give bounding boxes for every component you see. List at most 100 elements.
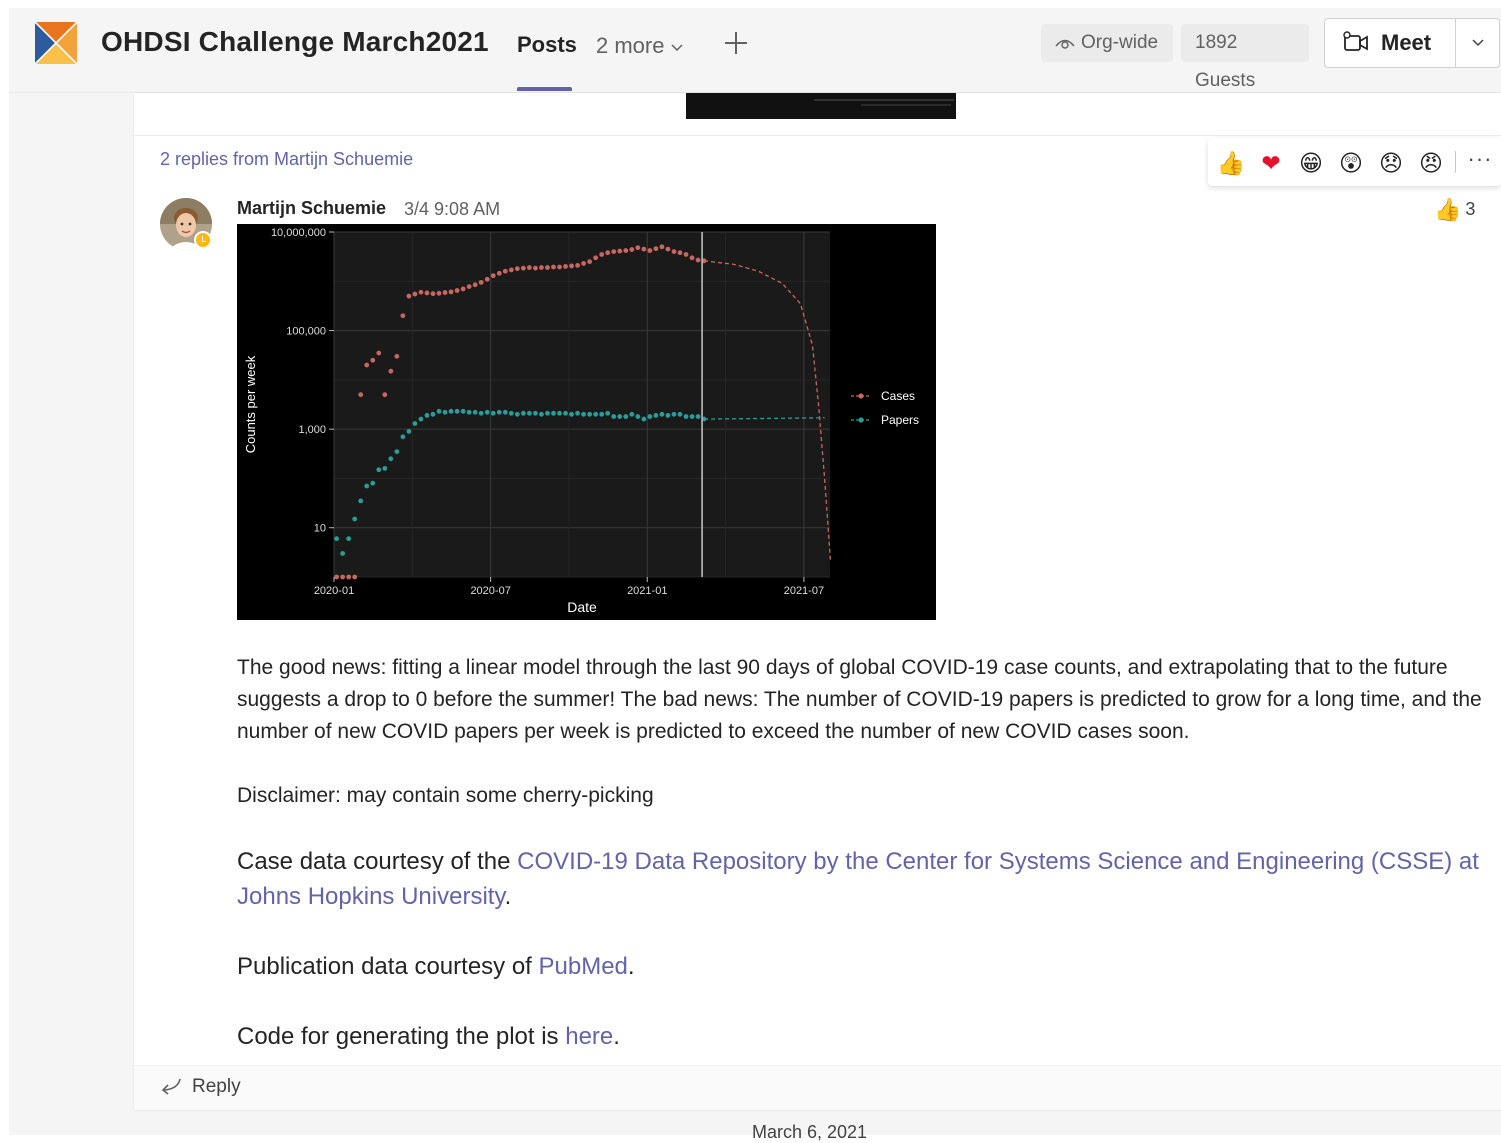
data-point-papers [659,411,665,417]
data-point-cases [388,368,394,374]
data-point-cases [370,357,376,363]
data-point-cases [412,291,418,297]
thumbs-up-icon[interactable]: 👍 [1216,148,1246,178]
data-point-cases [466,284,472,290]
data-point-papers [352,516,358,522]
x-tick-label: 2021-01 [627,585,667,597]
message-author[interactable]: Martijn Schuemie [237,198,386,219]
x-tick-label: 2021-07 [784,585,824,597]
data-point-cases [406,293,412,299]
data-point-papers [689,414,695,419]
data-point-cases [629,247,635,252]
data-point-papers [557,410,562,416]
data-point-cases [551,264,556,270]
tab-more-dropdown[interactable]: 2 more [596,33,684,59]
previous-message-image[interactable] [686,93,956,119]
add-tab-button[interactable] [721,28,751,58]
data-point-papers [394,449,400,455]
data-point-papers [641,416,647,422]
data-point-cases [526,265,532,270]
y-tick-label: 100,000 [286,326,326,338]
data-point-papers [569,411,574,417]
org-wide-label: Org-wide [1081,32,1159,53]
data-point-papers [478,410,484,416]
data-point-papers [490,410,496,416]
sad-icon[interactable]: 😞 [1376,148,1406,178]
data-point-cases [472,282,478,288]
code-link[interactable]: here [565,1023,613,1050]
data-point-papers [346,536,352,542]
data-point-cases [623,248,629,253]
data-point-papers [611,414,617,419]
legend-key-point [858,393,864,399]
data-point-cases [671,249,677,255]
reaction-bar: 👍 ❤ 😁 😲 😞 😠 ··· [1208,138,1501,186]
pubmed-link[interactable]: PubMed [539,953,628,980]
data-point-cases [418,289,424,295]
more-options-icon[interactable]: ··· [1465,146,1495,176]
case-prefix: Case data courtesy of the [237,848,518,875]
data-point-papers [683,414,689,419]
data-point-cases [358,392,364,398]
team-name: OHDSI Challenge March2021 [101,26,489,57]
data-point-papers [635,414,641,419]
divider [1455,151,1456,173]
chart-image[interactable]: 10 1,000 100,000 10,000,000 2020-01 2020-07 20… [237,224,936,620]
data-point-cases [478,279,484,285]
data-point-papers [647,414,653,419]
replies-collapse-link[interactable]: 2 replies from Martijn Schuemie [160,149,413,170]
surprised-icon[interactable]: 😲 [1336,148,1366,178]
data-point-cases [400,313,406,319]
data-point-papers [460,408,466,414]
meet-options-button[interactable] [1456,19,1500,67]
meet-main-button[interactable]: Meet [1325,19,1455,67]
data-point-cases [575,263,580,268]
data-point-cases [484,276,490,282]
eye-icon [1055,39,1075,49]
data-point-cases [587,259,593,265]
data-point-cases [569,263,574,269]
data-point-cases [545,265,550,270]
data-point-cases [364,362,370,368]
org-wide-badge[interactable]: Org-wide [1041,24,1173,62]
divider [134,135,1501,136]
thumbs-up-icon: 👍 [1434,197,1462,222]
data-point-cases [394,353,400,359]
x-tick-label: 2020-01 [314,585,354,597]
data-point-papers [418,416,424,422]
data-point-cases [382,392,388,398]
data-point-cases [533,265,538,271]
data-point-papers [514,411,520,417]
data-point-cases [695,257,701,263]
data-point-papers [358,498,364,504]
data-point-papers [593,411,599,417]
like-reaction-count[interactable]: 👍 3 [1434,197,1475,223]
angry-icon[interactable]: 😠 [1416,148,1446,178]
data-point-cases [454,288,460,293]
channel-header: OHDSI Challenge March2021 Posts 2 more O… [9,8,1501,93]
laugh-icon[interactable]: 😁 [1296,148,1326,178]
data-point-cases [514,266,520,272]
data-point-cases [593,255,599,261]
heart-icon[interactable]: ❤ [1256,148,1286,178]
data-point-cases [605,250,611,256]
tab-posts[interactable]: Posts [517,32,577,58]
pub-suffix: . [627,953,635,980]
reply-button[interactable]: Reply [158,1076,241,1098]
y-tick-label: 10 [314,523,326,535]
guests-badge[interactable]: 1892 Guests [1181,24,1309,91]
data-point-papers [412,421,418,426]
data-point-papers [370,480,376,486]
data-point-papers [472,409,478,415]
meet-button[interactable]: Meet [1324,18,1500,68]
data-point-cases [581,261,587,266]
data-point-cases [508,267,514,273]
data-point-cases [659,244,665,250]
data-point-cases [502,268,508,274]
data-point-papers [587,411,593,417]
data-point-cases [490,273,496,279]
data-point-papers [364,483,370,489]
data-point-cases [496,270,502,276]
reply-area: Reply [134,1065,1501,1110]
code-prefix: Code for generating the plot is [237,1023,566,1050]
